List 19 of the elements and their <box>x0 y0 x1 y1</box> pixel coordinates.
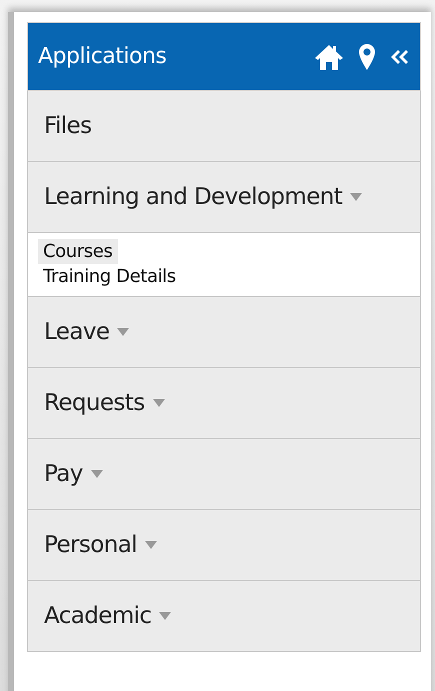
caret-down-icon <box>90 469 103 479</box>
caret-down-icon <box>144 540 157 550</box>
location-pin-icon[interactable] <box>358 42 376 70</box>
submenu-item[interactable]: Courses <box>38 239 118 264</box>
menu-item[interactable]: Leave <box>27 297 421 368</box>
home-icon[interactable] <box>314 42 344 70</box>
menu-item[interactable]: Learning and Development <box>27 162 421 233</box>
menu-item[interactable]: Personal <box>27 510 421 581</box>
caret-down-icon <box>350 192 362 202</box>
menu-item[interactable]: Files <box>27 91 421 162</box>
panel-title: Applications <box>38 44 168 69</box>
menu-item[interactable]: Academic <box>27 581 421 652</box>
submenu-item[interactable]: Training Details <box>38 264 180 289</box>
caret-down-icon <box>152 398 165 408</box>
menu-item[interactable]: Requests <box>27 368 421 439</box>
collapse-icon[interactable] <box>390 48 408 64</box>
caret-down-icon <box>159 611 172 621</box>
menu-item[interactable]: Pay <box>27 439 421 510</box>
caret-down-icon <box>117 327 130 337</box>
